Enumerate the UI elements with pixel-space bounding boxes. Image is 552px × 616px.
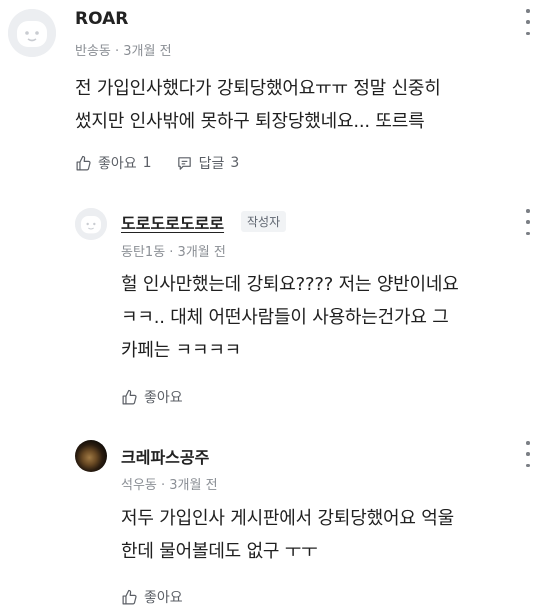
reply-icon bbox=[177, 156, 191, 170]
comment-meta: 석우동 · 3개월 전 bbox=[121, 478, 218, 493]
comment-actions: 좋아요 1 답글 3 bbox=[75, 153, 239, 173]
like-button[interactable]: 좋아요 bbox=[121, 587, 183, 607]
like-button[interactable]: 좋아요 bbox=[121, 387, 183, 407]
avatar[interactable] bbox=[75, 208, 107, 240]
photo-avatar[interactable] bbox=[75, 440, 107, 472]
like-label: 좋아요 bbox=[144, 590, 183, 606]
comment-author[interactable]: 도로도로도로로 bbox=[121, 210, 224, 234]
reply-comment: 도로도로도로로 작성자 동탄1동 · 3개월 전 헐 인사만했는데 강퇴요???… bbox=[0, 190, 552, 424]
default-avatar-icon bbox=[75, 208, 107, 240]
comment-body: 저두 가입인사 게시판에서 강퇴당했어요 억울 한데 물어볼데도 없구 ㅜㅜ bbox=[121, 508, 454, 562]
avatar[interactable] bbox=[8, 9, 56, 57]
comment-author[interactable]: ROAR bbox=[75, 9, 128, 29]
comment-body: 헐 인사만했는데 강퇴요???? 저는 양반이네요 ㅋㅋ.. 대체 어떤사람들이… bbox=[121, 274, 459, 361]
comment-body: 전 가입인사했다가 강퇴당했어요ㅠㅠ 정말 신중히 썼지만 인사밖에 못하구 퇴… bbox=[75, 78, 441, 132]
default-avatar-icon bbox=[8, 9, 56, 57]
like-button[interactable]: 좋아요 1 bbox=[75, 153, 152, 173]
reply-comment: 크레파스공주 석우동 · 3개월 전 저두 가입인사 게시판에서 강퇴당했어요 … bbox=[0, 424, 552, 616]
more-vertical-icon[interactable] bbox=[520, 209, 536, 235]
more-vertical-icon[interactable] bbox=[520, 441, 536, 467]
like-label: 좋아요 bbox=[98, 156, 137, 172]
thumbs-up-icon bbox=[122, 389, 137, 404]
reply-label: 답글 bbox=[198, 156, 225, 172]
thumbs-up-icon bbox=[122, 589, 137, 604]
comment-actions: 좋아요 bbox=[121, 387, 183, 407]
reply-count: 3 bbox=[230, 155, 240, 171]
author-badge: 작성자 bbox=[241, 211, 287, 232]
comment-meta: 동탄1동 · 3개월 전 bbox=[121, 245, 226, 260]
comment-meta: 반송동 · 3개월 전 bbox=[75, 44, 172, 59]
comment-actions: 좋아요 bbox=[121, 587, 183, 607]
more-vertical-icon[interactable] bbox=[520, 9, 536, 35]
comment: ROAR 반송동 · 3개월 전 전 가입인사했다가 강퇴당했어요ㅠㅠ 정말 신… bbox=[0, 0, 552, 190]
thumbs-up-icon bbox=[76, 155, 91, 170]
comment-author[interactable]: 크레파스공주 bbox=[121, 444, 209, 468]
like-label: 좋아요 bbox=[144, 390, 183, 406]
like-count: 1 bbox=[142, 155, 152, 171]
reply-button[interactable]: 답글 3 bbox=[176, 153, 240, 173]
